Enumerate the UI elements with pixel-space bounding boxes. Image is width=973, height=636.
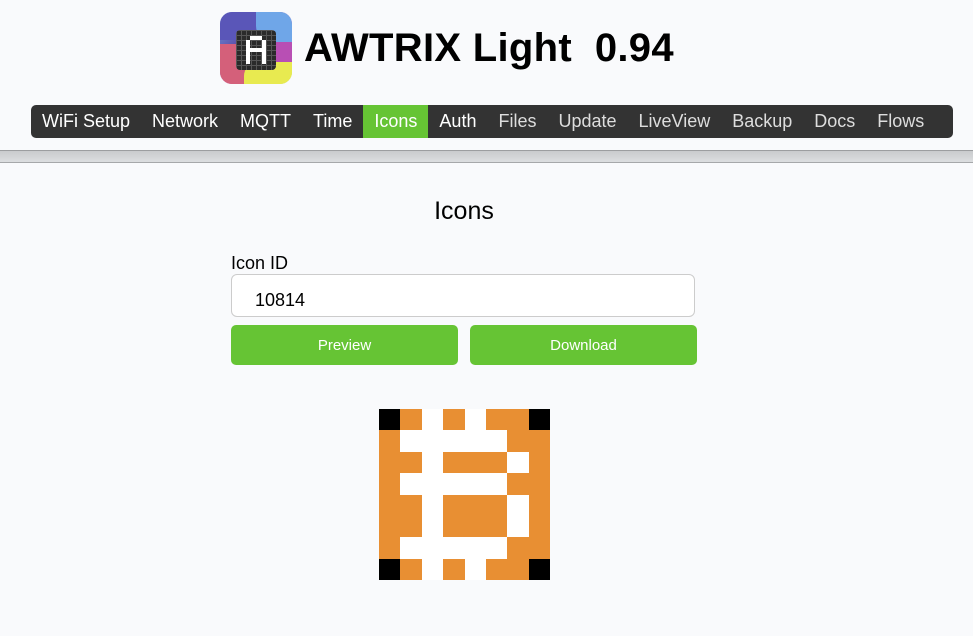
app-header: AWTRIX Light 0.94 xyxy=(220,12,674,84)
icon-pixel xyxy=(379,409,401,431)
nav-item-auth[interactable]: Auth xyxy=(428,105,487,138)
icon-pixel xyxy=(443,537,465,559)
nav-item-backup[interactable]: Backup xyxy=(721,105,803,138)
icon-pixel xyxy=(464,430,486,452)
icon-pixel xyxy=(421,409,444,431)
app-version: 0.94 xyxy=(594,25,674,70)
icon-pixel xyxy=(379,537,401,559)
icon-pixel xyxy=(528,537,550,559)
icon-pixel xyxy=(464,473,486,495)
icon-pixel xyxy=(379,494,401,516)
nav-item-icons[interactable]: Icons xyxy=(363,105,429,138)
nav-item-flows[interactable]: Flows xyxy=(866,105,935,138)
nav-item-docs[interactable]: Docs xyxy=(803,105,866,138)
nav-item-time[interactable]: Time xyxy=(302,105,363,138)
icon-pixel xyxy=(443,515,465,538)
main-nav: WiFi Setup Network MQTT Time Icons Auth Files U… xyxy=(31,105,953,138)
icon-id-input[interactable] xyxy=(231,274,695,317)
icon-pixel xyxy=(464,494,486,516)
icon-pixel xyxy=(400,494,422,516)
icon-pixel xyxy=(507,409,529,431)
letter-a-glyph xyxy=(246,36,266,64)
icon-pixel xyxy=(507,537,529,559)
nav-item-files[interactable]: Files xyxy=(487,105,547,138)
icon-pixel xyxy=(464,409,486,431)
icon-pixel xyxy=(421,558,444,580)
icon-pixel xyxy=(421,473,444,495)
nav-item-mqtt[interactable]: MQTT xyxy=(229,105,302,138)
icon-pixel xyxy=(485,473,508,495)
icon-pixel xyxy=(443,494,465,516)
icon-id-label: Icon ID xyxy=(231,253,289,273)
icon-pixel xyxy=(528,558,550,580)
icon-pixel xyxy=(464,515,486,538)
app-title: AWTRIX Light 0.94 xyxy=(304,26,674,71)
icon-pixel xyxy=(507,515,529,538)
icon-pixel xyxy=(421,451,444,474)
icon-pixel xyxy=(379,451,401,474)
icon-pixel xyxy=(443,451,465,474)
icon-pixel xyxy=(485,494,508,516)
icon-pixel xyxy=(464,558,486,580)
icon-pixel xyxy=(443,473,465,495)
preview-button[interactable]: Preview xyxy=(231,325,458,365)
nav-item-update[interactable]: Update xyxy=(547,105,627,138)
nav-item-liveview[interactable]: LiveView xyxy=(628,105,722,138)
icon-pixel xyxy=(421,430,444,452)
icon-pixel xyxy=(528,515,550,538)
nav-item-wifi-setup[interactable]: WiFi Setup xyxy=(31,105,141,138)
icon-pixel xyxy=(400,409,422,431)
awtrix-logo-icon xyxy=(220,12,292,84)
icon-pixel xyxy=(528,473,550,495)
icon-pixel xyxy=(507,451,529,474)
icon-pixel xyxy=(485,558,508,580)
icon-pixel xyxy=(485,409,508,431)
icon-pixel xyxy=(507,494,529,516)
icon-pixel xyxy=(400,537,422,559)
download-button[interactable]: Download xyxy=(470,325,697,365)
icon-pixel xyxy=(507,473,529,495)
icon-pixel xyxy=(528,409,550,431)
icon-pixel xyxy=(400,473,422,495)
icon-pixel xyxy=(507,430,529,452)
app-name: AWTRIX Light xyxy=(304,25,572,70)
icon-pixel xyxy=(400,451,422,474)
icon-pixel xyxy=(528,430,550,452)
icon-pixel xyxy=(443,430,465,452)
icon-pixel xyxy=(485,537,508,559)
icon-pixel xyxy=(507,558,529,580)
icon-pixel xyxy=(379,558,401,580)
icon-pixel xyxy=(421,537,444,559)
icon-pixel xyxy=(528,494,550,516)
nav-item-network[interactable]: Network xyxy=(141,105,229,138)
icon-pixel xyxy=(528,451,550,474)
icon-pixel xyxy=(400,515,422,538)
icon-pixel xyxy=(421,494,444,516)
icon-pixel xyxy=(421,515,444,538)
icon-pixel xyxy=(400,430,422,452)
icon-pixel xyxy=(485,515,508,538)
icon-pixel xyxy=(379,515,401,538)
icon-pixel xyxy=(464,537,486,559)
icon-pixel xyxy=(443,558,465,580)
header-divider xyxy=(0,150,973,163)
icon-pixel xyxy=(443,409,465,431)
icon-pixel xyxy=(485,451,508,474)
icon-preview xyxy=(379,409,550,580)
page-title: Icons xyxy=(434,197,494,225)
icon-pixel xyxy=(379,430,401,452)
icon-pixel xyxy=(485,430,508,452)
icon-pixel xyxy=(379,473,401,495)
icon-pixel xyxy=(400,558,422,580)
icon-pixel xyxy=(464,451,486,474)
